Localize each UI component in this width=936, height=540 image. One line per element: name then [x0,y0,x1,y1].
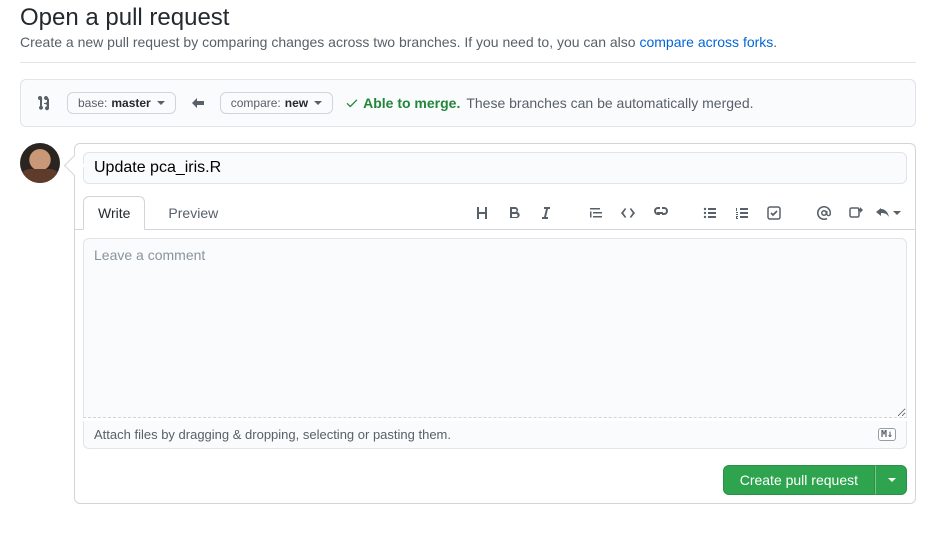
page-subtitle: Create a new pull request by comparing c… [20,34,916,50]
divider [20,62,916,63]
branch-range-box: base: master compare: new Able to merge.… [20,79,916,127]
compare-forks-link[interactable]: compare across forks [639,34,773,50]
markdown-badge-icon[interactable]: M↓ [878,428,896,441]
create-pull-request-button[interactable]: Create pull request [723,465,875,495]
base-value: master [111,96,150,110]
avatar [20,143,60,183]
cross-reference-icon[interactable] [843,200,869,226]
chevron-down-icon [314,101,322,105]
link-icon[interactable] [647,200,673,226]
reply-icon[interactable] [875,200,901,226]
quote-icon[interactable] [583,200,609,226]
compare-branch-select[interactable]: compare: new [220,92,333,114]
unordered-list-icon[interactable] [697,200,723,226]
base-label: base: [78,96,107,110]
italic-icon[interactable] [533,200,559,226]
create-pull-request-dropdown[interactable] [875,465,907,495]
page-title: Open a pull request [20,4,916,32]
bold-icon[interactable] [501,200,527,226]
compare-icon [35,93,55,113]
ordered-list-icon[interactable] [729,200,755,226]
compare-label: compare: [231,96,281,110]
heading-icon[interactable] [469,200,495,226]
pr-title-input[interactable] [83,152,907,184]
base-branch-select[interactable]: base: master [67,92,176,114]
chevron-down-icon [157,101,165,105]
merge-status-label: Able to merge. [363,95,460,111]
subtitle-text: Create a new pull request by comparing c… [20,34,639,50]
attach-hint-text: Attach files by dragging & dropping, sel… [94,427,451,442]
tab-write[interactable]: Write [83,196,145,230]
comment-composer: Write Preview [74,143,916,504]
arrow-left-icon [188,93,208,113]
code-icon[interactable] [615,200,641,226]
check-icon [345,96,359,110]
pr-body-textarea[interactable] [83,238,907,418]
tab-preview[interactable]: Preview [153,196,233,230]
attach-hint-bar[interactable]: Attach files by dragging & dropping, sel… [83,421,907,449]
merge-status: Able to merge. These branches can be aut… [345,95,753,111]
mention-icon[interactable] [811,200,837,226]
task-list-icon[interactable] [761,200,787,226]
chevron-down-icon [888,478,896,482]
markdown-toolbar [469,200,907,230]
subtitle-after: . [773,34,777,50]
merge-status-message: These branches can be automatically merg… [466,95,753,111]
compare-value: new [285,96,308,110]
